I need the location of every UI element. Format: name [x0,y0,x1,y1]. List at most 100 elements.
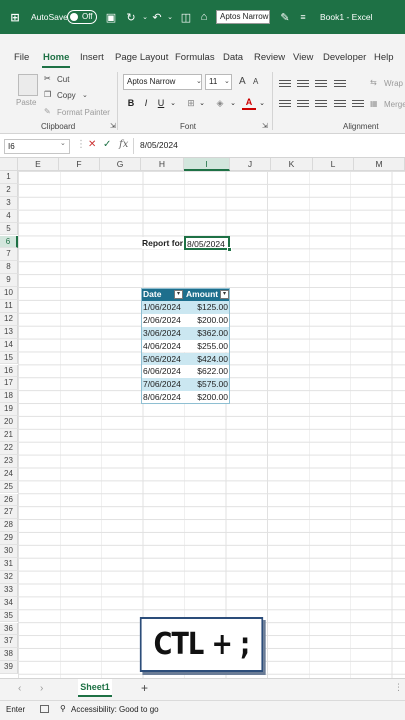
formula-input[interactable]: 8/05/2024 [140,140,178,150]
report-label[interactable]: Report for [142,237,184,249]
tab-page-layout[interactable]: Page Layout [115,52,168,63]
row-header-selected[interactable]: 6 [0,235,18,249]
tab-formulas[interactable]: Formulas [175,52,215,63]
save-icon[interactable]: ▣ [104,10,118,24]
active-cell[interactable]: 8/05/2024 [184,236,230,250]
merge-button[interactable]: Merge [384,100,405,109]
select-all-corner[interactable] [0,158,18,171]
bold-button[interactable]: B [124,96,138,110]
tab-review[interactable]: Review [254,52,285,63]
column-header[interactable]: E [18,158,59,171]
row-header[interactable]: 37 [0,635,18,649]
indent-increase-icon[interactable] [351,98,365,110]
tab-view[interactable]: View [293,52,313,63]
row-header[interactable]: 34 [0,596,18,610]
column-header[interactable]: L [313,158,354,171]
row-header[interactable]: 30 [0,545,18,558]
paste-button[interactable]: Paste [16,98,36,107]
row-header[interactable]: 9 [0,274,18,288]
customize-icon[interactable]: ≡ [296,10,310,24]
enter-icon[interactable]: ✓ [103,139,111,150]
align-right-icon[interactable] [314,98,328,110]
chevron-left-icon[interactable]: ‹ [18,683,21,694]
macro-record-icon[interactable] [40,705,49,713]
decrease-font-icon[interactable]: A [253,77,258,86]
tab-home[interactable]: Home [43,52,69,63]
sheet-tab-sheet1[interactable]: Sheet1 [78,679,112,697]
chevron-down-icon[interactable]: ⌄ [82,91,88,99]
row-header[interactable]: 13 [0,325,18,339]
tab-help[interactable]: Help [374,52,394,63]
row-header[interactable]: 29 [0,532,18,546]
camera-icon[interactable]: ⌂ [197,10,211,24]
row-header[interactable]: 18 [0,390,18,404]
row-header[interactable]: 10 [0,287,18,300]
chevron-right-icon[interactable]: › [40,683,43,694]
row-header[interactable]: 19 [0,403,18,417]
redo-icon[interactable]: ↻ [124,10,138,24]
indent-decrease-icon[interactable] [333,98,347,110]
font-name-box[interactable]: Aptos Narrow [123,74,202,90]
row-header[interactable]: 14 [0,338,18,352]
row-header[interactable]: 1 [0,171,18,184]
align-left-icon[interactable] [278,98,292,110]
row-header[interactable]: 38 [0,648,18,662]
chevron-down-icon[interactable]: ⌄ [226,96,240,110]
chevron-down-icon[interactable]: ⌄ [60,139,66,147]
fill-color-icon[interactable]: ◈ [213,96,227,110]
align-bottom-icon[interactable] [314,78,328,90]
wrap-text-button[interactable]: Wrap [384,79,403,88]
chevron-down-icon[interactable]: ⌄ [195,96,209,110]
row-header[interactable]: 39 [0,661,18,675]
fill-handle[interactable] [227,247,232,252]
column-header[interactable]: F [59,158,100,171]
tab-insert[interactable]: Insert [80,52,104,63]
undo-icon[interactable]: ↶ [150,10,164,24]
row-header[interactable]: 12 [0,312,18,326]
row-header[interactable]: 36 [0,622,18,636]
cut-button[interactable]: Cut [57,75,69,84]
row-header[interactable]: 24 [0,467,18,481]
dialog-launcher-icon[interactable]: ⇲ [262,122,268,130]
row-header[interactable]: 5 [0,222,18,236]
orientation-icon[interactable] [333,78,347,90]
add-sheet-button[interactable]: + [141,681,148,695]
quick-font-box[interactable]: Aptos Narrow [216,10,270,24]
copy-button[interactable]: Copy [57,91,76,100]
align-top-icon[interactable] [278,78,292,90]
tab-developer[interactable]: Developer [323,52,366,63]
increase-font-icon[interactable]: A [239,76,246,87]
chevron-down-icon[interactable]: ⌄ [196,77,202,85]
more-icon[interactable]: ⋮ [76,139,86,150]
row-header[interactable]: 33 [0,583,18,597]
row-header[interactable]: 2 [0,183,18,197]
format-painter-button[interactable]: Format Painter [57,108,110,117]
column-header[interactable]: M [354,158,405,171]
column-header[interactable]: J [230,158,271,171]
align-middle-icon[interactable] [296,78,310,90]
autosave-toggle[interactable]: Off [67,10,97,24]
insert-function-icon[interactable]: fx [119,139,128,150]
row-header[interactable]: 35 [0,609,18,623]
row-header[interactable]: 17 [0,377,18,391]
row-header[interactable]: 8 [0,261,18,275]
brush-icon[interactable]: ✎ [278,10,292,24]
accessibility-status[interactable]: Accessibility: Good to go [71,705,159,714]
chevron-down-icon[interactable]: ⌄ [255,96,269,110]
chevron-down-icon[interactable]: ⌄ [166,96,180,110]
row-header[interactable]: 21 [0,429,18,442]
more-icon[interactable]: ⋮ [394,682,403,693]
chevron-down-icon[interactable]: ⌄ [163,10,177,24]
tab-data[interactable]: Data [223,52,243,63]
row-header[interactable]: 28 [0,519,18,533]
font-color-icon[interactable]: A [242,96,256,110]
row-header[interactable]: 26 [0,493,18,507]
row-header[interactable]: 32 [0,570,18,584]
align-center-icon[interactable] [296,98,310,110]
column-header[interactable]: K [271,158,313,171]
camera-icon[interactable]: ◫ [179,10,193,24]
column-header[interactable]: G [100,158,141,171]
row-header[interactable]: 11 [0,300,18,313]
row-header[interactable]: 16 [0,364,18,378]
row-header[interactable]: 25 [0,480,18,494]
